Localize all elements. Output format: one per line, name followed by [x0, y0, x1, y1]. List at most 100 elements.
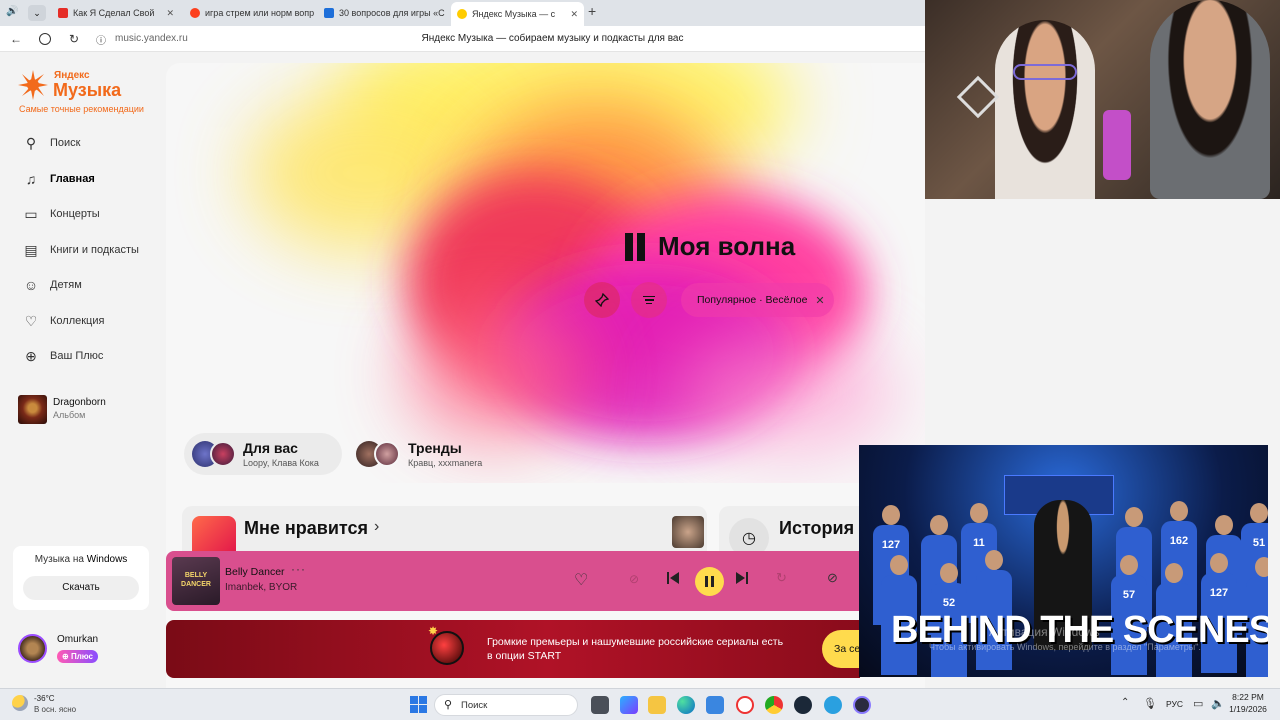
- taskbar-search[interactable]: ⚲ Поиск: [434, 694, 578, 716]
- activation-watermark-text: Чтобы активировать Windows, перейдите в …: [929, 642, 1201, 652]
- clear-filter-icon[interactable]: ✕: [815, 294, 824, 307]
- search-icon: ⚲: [444, 699, 453, 711]
- book-icon: ▤: [24, 241, 38, 258]
- logo-tagline: Самые точные рекомендации: [19, 104, 144, 114]
- for-you-card[interactable]: Для вас Loopy, Клава Кока: [184, 433, 342, 475]
- start-button[interactable]: [410, 696, 427, 713]
- network-icon[interactable]: ▭: [1193, 697, 1203, 710]
- yandex-browser-icon[interactable]: [37, 31, 53, 47]
- speaker-icon[interactable]: 🔊: [6, 6, 18, 17]
- kids-icon: ☺: [23, 277, 39, 293]
- user-profile[interactable]: Omurkan ⊕ Плюс: [18, 632, 158, 666]
- player-bar: BELLY DANCER Belly Dancer ··· Imanbek, B…: [166, 551, 860, 611]
- yandex-music-logo[interactable]: Яндекс Музыка: [18, 68, 158, 102]
- weather-widget[interactable]: -36°C В осн. ясно: [10, 693, 100, 717]
- sidebar-item-concerts[interactable]: ▭ Концерты: [22, 205, 99, 223]
- video-overlay: 127 11 162 51 52 57 127 BEHIND THE SCENES Акти…: [859, 445, 1268, 677]
- site-info-icon[interactable]: ⓘ: [93, 31, 109, 47]
- tab-4-active[interactable]: Яндекс Музыка — с ✕: [451, 2, 584, 26]
- telegram-icon[interactable]: [824, 696, 842, 714]
- sidebar-item-kids[interactable]: ☺ Детям: [22, 276, 82, 294]
- address-bar: ← ↻ ⓘ music.yandex.ru Яндекс Музыка — со…: [0, 26, 925, 52]
- plus-badge: ⊕ Плюс: [57, 650, 98, 663]
- heart-icon: ♡: [24, 312, 38, 329]
- url-field[interactable]: music.yandex.ru: [115, 33, 188, 44]
- previous-track-icon[interactable]: [667, 571, 681, 585]
- chrome-icon[interactable]: [765, 696, 783, 714]
- language-indicator[interactable]: РУС: [1166, 699, 1183, 709]
- now-playing-cover[interactable]: BELLY DANCER: [172, 557, 220, 605]
- play-pause-button[interactable]: [695, 567, 724, 596]
- track-title[interactable]: Belly Dancer: [225, 566, 285, 578]
- avatar: [18, 634, 47, 663]
- streamer-right: [1150, 0, 1270, 199]
- next-track-icon[interactable]: [736, 571, 750, 585]
- chevron-right-icon: ›: [374, 518, 380, 535]
- tab-list-chevron-icon[interactable]: ⌄: [28, 5, 46, 21]
- tab-2[interactable]: игра стрем или норм вопр ✕: [184, 3, 314, 23]
- task-view-icon[interactable]: [591, 696, 609, 714]
- activation-watermark-title: Активация Windows: [989, 625, 1100, 639]
- reload-icon[interactable]: ↻: [66, 31, 82, 47]
- close-tab-icon[interactable]: ✕: [166, 8, 174, 19]
- wave-pin-button[interactable]: [584, 282, 620, 318]
- weather-moon-icon: [12, 695, 28, 711]
- store-icon[interactable]: [706, 696, 724, 714]
- clock[interactable]: 8:22 PM 1/19/2026: [1226, 692, 1270, 714]
- obs-icon[interactable]: [853, 696, 871, 714]
- tray-chevron-icon[interactable]: ⌃: [1121, 697, 1129, 708]
- back-icon[interactable]: ←: [8, 31, 24, 47]
- home-icon: ♫: [25, 171, 37, 187]
- wave-filter-chip[interactable]: Популярное · Весёлое ✕: [681, 283, 834, 317]
- banner-cta-button[interactable]: За се: [822, 630, 860, 668]
- sidebar-item-plus[interactable]: ⊕ Ваш Плюс: [22, 347, 103, 365]
- microphone-icon[interactable]: 🎙: [1143, 697, 1157, 710]
- close-tab-icon[interactable]: ✕: [570, 9, 578, 20]
- download-button[interactable]: Скачать: [23, 576, 139, 600]
- ticket-icon: ▭: [24, 205, 38, 222]
- trends-card[interactable]: Тренды Кравц, xxxmanera: [352, 433, 502, 475]
- yandex-icon: [190, 8, 200, 18]
- streamer-left: [995, 20, 1095, 199]
- file-explorer-icon[interactable]: [648, 696, 666, 714]
- my-wave-visualizer: [246, 63, 896, 453]
- album-cover: [18, 395, 47, 424]
- windows-taskbar: -36°C В осн. ясно ⚲ Поиск ⌃ 🎙 РУС ▭ 🔈 8:…: [0, 688, 1280, 720]
- plus-icon: ⊕: [25, 347, 37, 364]
- pin-icon: [595, 293, 609, 307]
- new-tab-button[interactable]: +: [588, 3, 596, 19]
- steam-icon[interactable]: [794, 696, 812, 714]
- sparkle-icon: ✸: [428, 624, 439, 638]
- sidebar-item-collection[interactable]: ♡ Коллекция: [22, 312, 105, 330]
- recent-album[interactable]: Dragonborn Альбом: [18, 395, 158, 425]
- sidebar: Яндекс Музыка Самые точные рекомендации …: [0, 52, 166, 688]
- repeat-icon[interactable]: ↻: [776, 570, 787, 586]
- sun-logo-icon: [18, 70, 48, 100]
- widgets-icon[interactable]: [620, 696, 638, 714]
- windows-app-promo: Музыка на Windows Скачать: [13, 546, 149, 610]
- tab-1[interactable]: Как Я Сделал Свой ✕: [52, 3, 180, 23]
- my-wave-title[interactable]: Моя волна: [658, 231, 795, 262]
- sidebar-item-books[interactable]: ▤ Книги и подкасты: [22, 241, 139, 259]
- start-promo-banner[interactable]: ✸ Громкие премьеры и нашумевшие российск…: [166, 620, 860, 678]
- sidebar-item-home[interactable]: ♫ Главная: [22, 170, 95, 188]
- youtube-icon: [58, 8, 68, 18]
- more-options-icon[interactable]: ···: [291, 562, 306, 576]
- webcam-overlay: [925, 0, 1280, 199]
- tab-3[interactable]: 30 вопросов для игры «С ✕: [318, 3, 448, 23]
- site-icon: [324, 8, 334, 18]
- edge-icon[interactable]: [677, 696, 695, 714]
- sidebar-item-search[interactable]: ⚲ Поиск: [22, 134, 81, 152]
- volume-icon[interactable]: 🔈: [1211, 697, 1225, 710]
- track-artist[interactable]: Imanbek, BYOR: [225, 582, 297, 593]
- dislike-icon[interactable]: ⊘: [629, 572, 639, 586]
- my-wave-pause-button[interactable]: [625, 233, 649, 261]
- yandex-browser-taskbar-icon[interactable]: [736, 696, 754, 714]
- broadcast-off-icon[interactable]: ⊘: [827, 570, 838, 586]
- wave-settings-button[interactable]: [631, 282, 667, 318]
- search-icon: ⚲: [25, 134, 37, 151]
- liked-track-thumb: [672, 516, 704, 548]
- like-heart-icon[interactable]: ♡: [574, 570, 588, 590]
- glasses-icon: [1013, 64, 1077, 80]
- filter-icon: [643, 295, 655, 298]
